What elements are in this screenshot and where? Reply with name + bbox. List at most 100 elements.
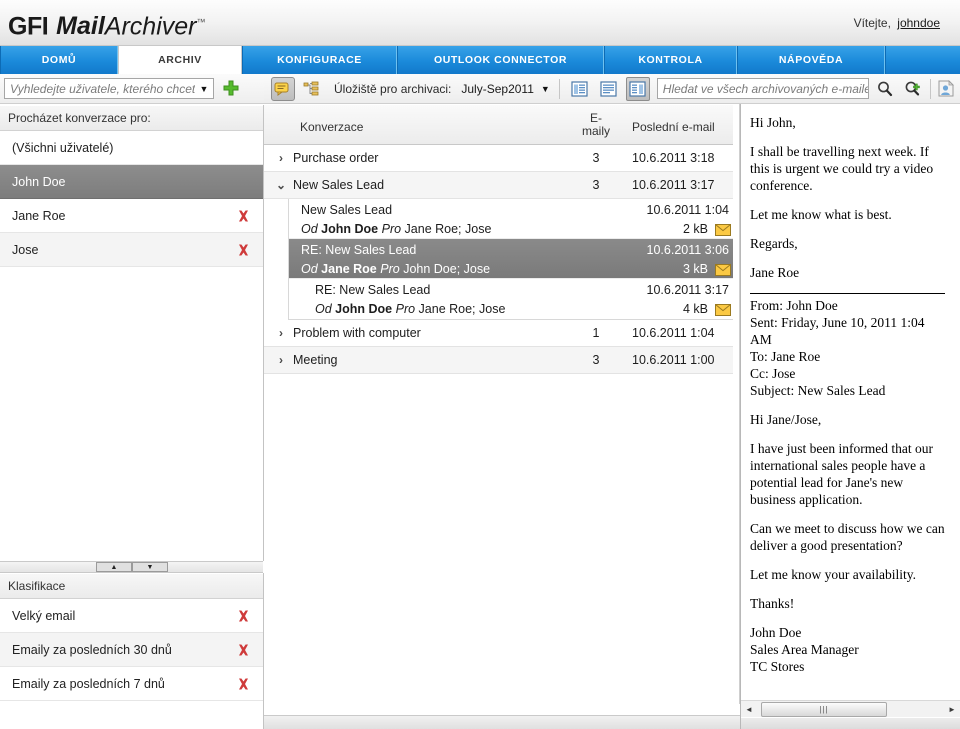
- user-card-button[interactable]: [934, 77, 958, 101]
- sidebar-user-all[interactable]: (Všichni uživatelé): [0, 131, 263, 165]
- chevron-down-icon[interactable]: ▼: [195, 84, 213, 94]
- message-subject: New Sales Lead: [301, 203, 393, 217]
- remove-classification-button[interactable]: [237, 643, 250, 656]
- tree-view-button[interactable]: [300, 77, 324, 101]
- message-date: 10.6.2011 3:06: [646, 243, 729, 257]
- remove-classification-button[interactable]: [237, 609, 250, 622]
- conversation-email-count: 3: [592, 353, 600, 367]
- classification-label: Emaily za posledních 30 dnů: [12, 642, 172, 657]
- conversation-row-new-sales-lead[interactable]: ⌄ New Sales Lead 3 10.6.2011 3:17: [264, 172, 740, 199]
- tab-napoveda[interactable]: NÁPOVĚDA: [737, 46, 885, 74]
- quoted-body-3: Let me know your availability.: [750, 567, 916, 582]
- tab-konfigurace[interactable]: KONFIGURACE: [242, 46, 397, 74]
- expand-chevron-icon[interactable]: ›: [274, 353, 288, 367]
- conversation-subject: Meeting: [293, 353, 338, 367]
- sidebar-user-jane-roe[interactable]: Jane Roe: [0, 199, 263, 233]
- quoted-email-headers: From: John Doe Sent: Friday, June 10, 20…: [750, 297, 945, 399]
- archive-store-value[interactable]: July-Sep2011: [461, 82, 534, 96]
- global-search-input[interactable]: Hledat ve všech archivovaných e-mailech: [656, 78, 869, 99]
- tab-archiv[interactable]: ARCHIV: [118, 46, 242, 74]
- classification-item-last-30-days[interactable]: Emaily za posledních 30 dnů: [0, 633, 263, 667]
- sidebar-user-john-doe[interactable]: John Doe: [0, 165, 263, 199]
- quoted-sig-company: TC Stores: [750, 659, 805, 674]
- scroll-left-arrow-icon[interactable]: ◄: [741, 702, 757, 717]
- sidebar-user-label: (Všichni uživatelé): [12, 140, 114, 155]
- email-preview-body: Hi John, I shall be travelling next week…: [741, 104, 953, 700]
- remove-classification-button[interactable]: [237, 677, 250, 690]
- sidebar-user-jose[interactable]: Jose: [0, 233, 263, 267]
- splitter-up-arrow[interactable]: ▲: [96, 562, 132, 572]
- tab-outlook-connector[interactable]: OUTLOOK CONNECTOR: [397, 46, 604, 74]
- conversation-row-problem-with-computer[interactable]: › Problem with computer 1 10.6.2011 1:04: [264, 320, 740, 347]
- from-name: Jane Roe: [321, 262, 377, 276]
- tab-domu[interactable]: DOMŮ: [0, 46, 118, 74]
- quote-divider: [750, 293, 945, 294]
- to-label: Pro: [395, 302, 416, 316]
- classification-item-large-email[interactable]: Velký email: [0, 599, 263, 633]
- message-subject: RE: New Sales Lead: [315, 283, 431, 297]
- message-row-re-new-sales-lead-john[interactable]: RE: New Sales Lead Od John Doe Pro Jane …: [289, 279, 739, 319]
- remove-user-button[interactable]: [237, 243, 250, 256]
- message-row-new-sales-lead[interactable]: New Sales Lead Od John Doe Pro Jane Roe;…: [289, 199, 739, 239]
- logo-archiver-text: Archiver: [104, 12, 197, 41]
- column-header-emails[interactable]: E- maily: [576, 112, 616, 138]
- add-user-button[interactable]: [222, 79, 240, 97]
- welcome-label: Vítejte,: [853, 16, 891, 30]
- expand-chevron-icon[interactable]: ›: [274, 151, 288, 165]
- to-names: John Doe; Jose: [403, 262, 491, 276]
- conversation-row-meeting[interactable]: › Meeting 3 10.6.2011 1:00: [264, 347, 740, 374]
- expand-chevron-icon[interactable]: ›: [274, 326, 288, 340]
- column-header-last-email[interactable]: Poslední e-mail: [632, 120, 715, 134]
- from-label: Od: [301, 262, 318, 276]
- user-search-input[interactable]: Vyhledejte uživatele, kterého chcete: [5, 82, 195, 96]
- close-x-icon: [239, 678, 248, 689]
- collapse-chevron-icon[interactable]: ⌄: [274, 178, 288, 192]
- conversation-row-purchase-order[interactable]: › Purchase order 3 10.6.2011 3:18: [264, 145, 740, 172]
- view-button-list[interactable]: [568, 77, 592, 101]
- archive-store-label: Úložiště pro archivaci:: [334, 81, 452, 96]
- list-view-icon: [571, 80, 588, 97]
- conversation-list: › Purchase order 3 10.6.2011 3:18 ⌄ New …: [264, 145, 740, 715]
- classification-item-last-7-days[interactable]: Emaily za posledních 7 dnů: [0, 667, 263, 701]
- advanced-search-button[interactable]: [902, 77, 926, 101]
- user-search-combo[interactable]: Vyhledejte uživatele, kterého chcete ▼: [4, 78, 214, 99]
- classification-label: Emaily za posledních 7 dnů: [12, 676, 165, 691]
- sidebar-user-label: Jane Roe: [12, 208, 66, 223]
- username-link[interactable]: johndoe: [897, 16, 940, 30]
- conversation-grid-header: Konverzace E- maily Poslední e-mail: [264, 105, 740, 145]
- sidebar-splitter[interactable]: ▲ ▼: [0, 561, 263, 573]
- preview-closing: Regards,: [750, 236, 798, 251]
- scrollbar-thumb[interactable]: |||: [761, 701, 887, 717]
- splitter-grabber[interactable]: ▲ ▼: [96, 562, 168, 572]
- tab-kontrola[interactable]: KONTROLA: [604, 46, 737, 74]
- view-button-detail[interactable]: [597, 77, 621, 101]
- column-header-conversation[interactable]: Konverzace: [300, 120, 363, 134]
- conversation-last-email-date: 10.6.2011 3:17: [632, 178, 715, 192]
- from-label: Od: [315, 302, 332, 316]
- preview-horizontal-scrollbar[interactable]: ◄ ||| ►: [741, 700, 960, 717]
- archive-store-dropdown-icon[interactable]: ▼: [541, 84, 550, 94]
- remove-user-button[interactable]: [237, 209, 250, 222]
- from-name: John Doe: [321, 222, 379, 236]
- quoted-sig-title: Sales Area Manager: [750, 642, 859, 657]
- users-panel: Procházet konverzace pro: (Všichni uživa…: [0, 105, 264, 561]
- view-button-split[interactable]: [625, 76, 650, 101]
- main-navigation: DOMŮ ARCHIV KONFIGURACE OUTLOOK CONNECTO…: [0, 46, 960, 74]
- preview-signature: Jane Roe: [750, 265, 800, 280]
- welcome-message: Vítejte, johndoe: [854, 16, 940, 30]
- gfi-mailarchiver-logo: GFI MailArchiver™: [8, 6, 205, 42]
- search-button[interactable]: [873, 77, 897, 101]
- conversation-subject: Problem with computer: [293, 326, 421, 340]
- message-row-re-new-sales-lead-jane[interactable]: RE: New Sales Lead Od Jane Roe Pro John …: [289, 239, 739, 279]
- toolbar-separator-2: [929, 78, 931, 99]
- user-search-toolbar: Vyhledejte uživatele, kterého chcete ▼: [0, 74, 264, 104]
- conversation-view-button[interactable]: [271, 76, 295, 101]
- scroll-right-arrow-icon[interactable]: ►: [944, 702, 960, 717]
- email-preview-panel: Hi John, I shall be travelling next week…: [740, 104, 960, 729]
- envelope-icon: [715, 303, 731, 316]
- scrollbar-track[interactable]: |||: [757, 701, 944, 717]
- classification-panel-header: Klasifikace: [0, 573, 263, 599]
- logo-trademark: ™: [196, 17, 206, 27]
- conversation-subject: Purchase order: [293, 151, 379, 165]
- splitter-down-arrow[interactable]: ▼: [132, 562, 168, 572]
